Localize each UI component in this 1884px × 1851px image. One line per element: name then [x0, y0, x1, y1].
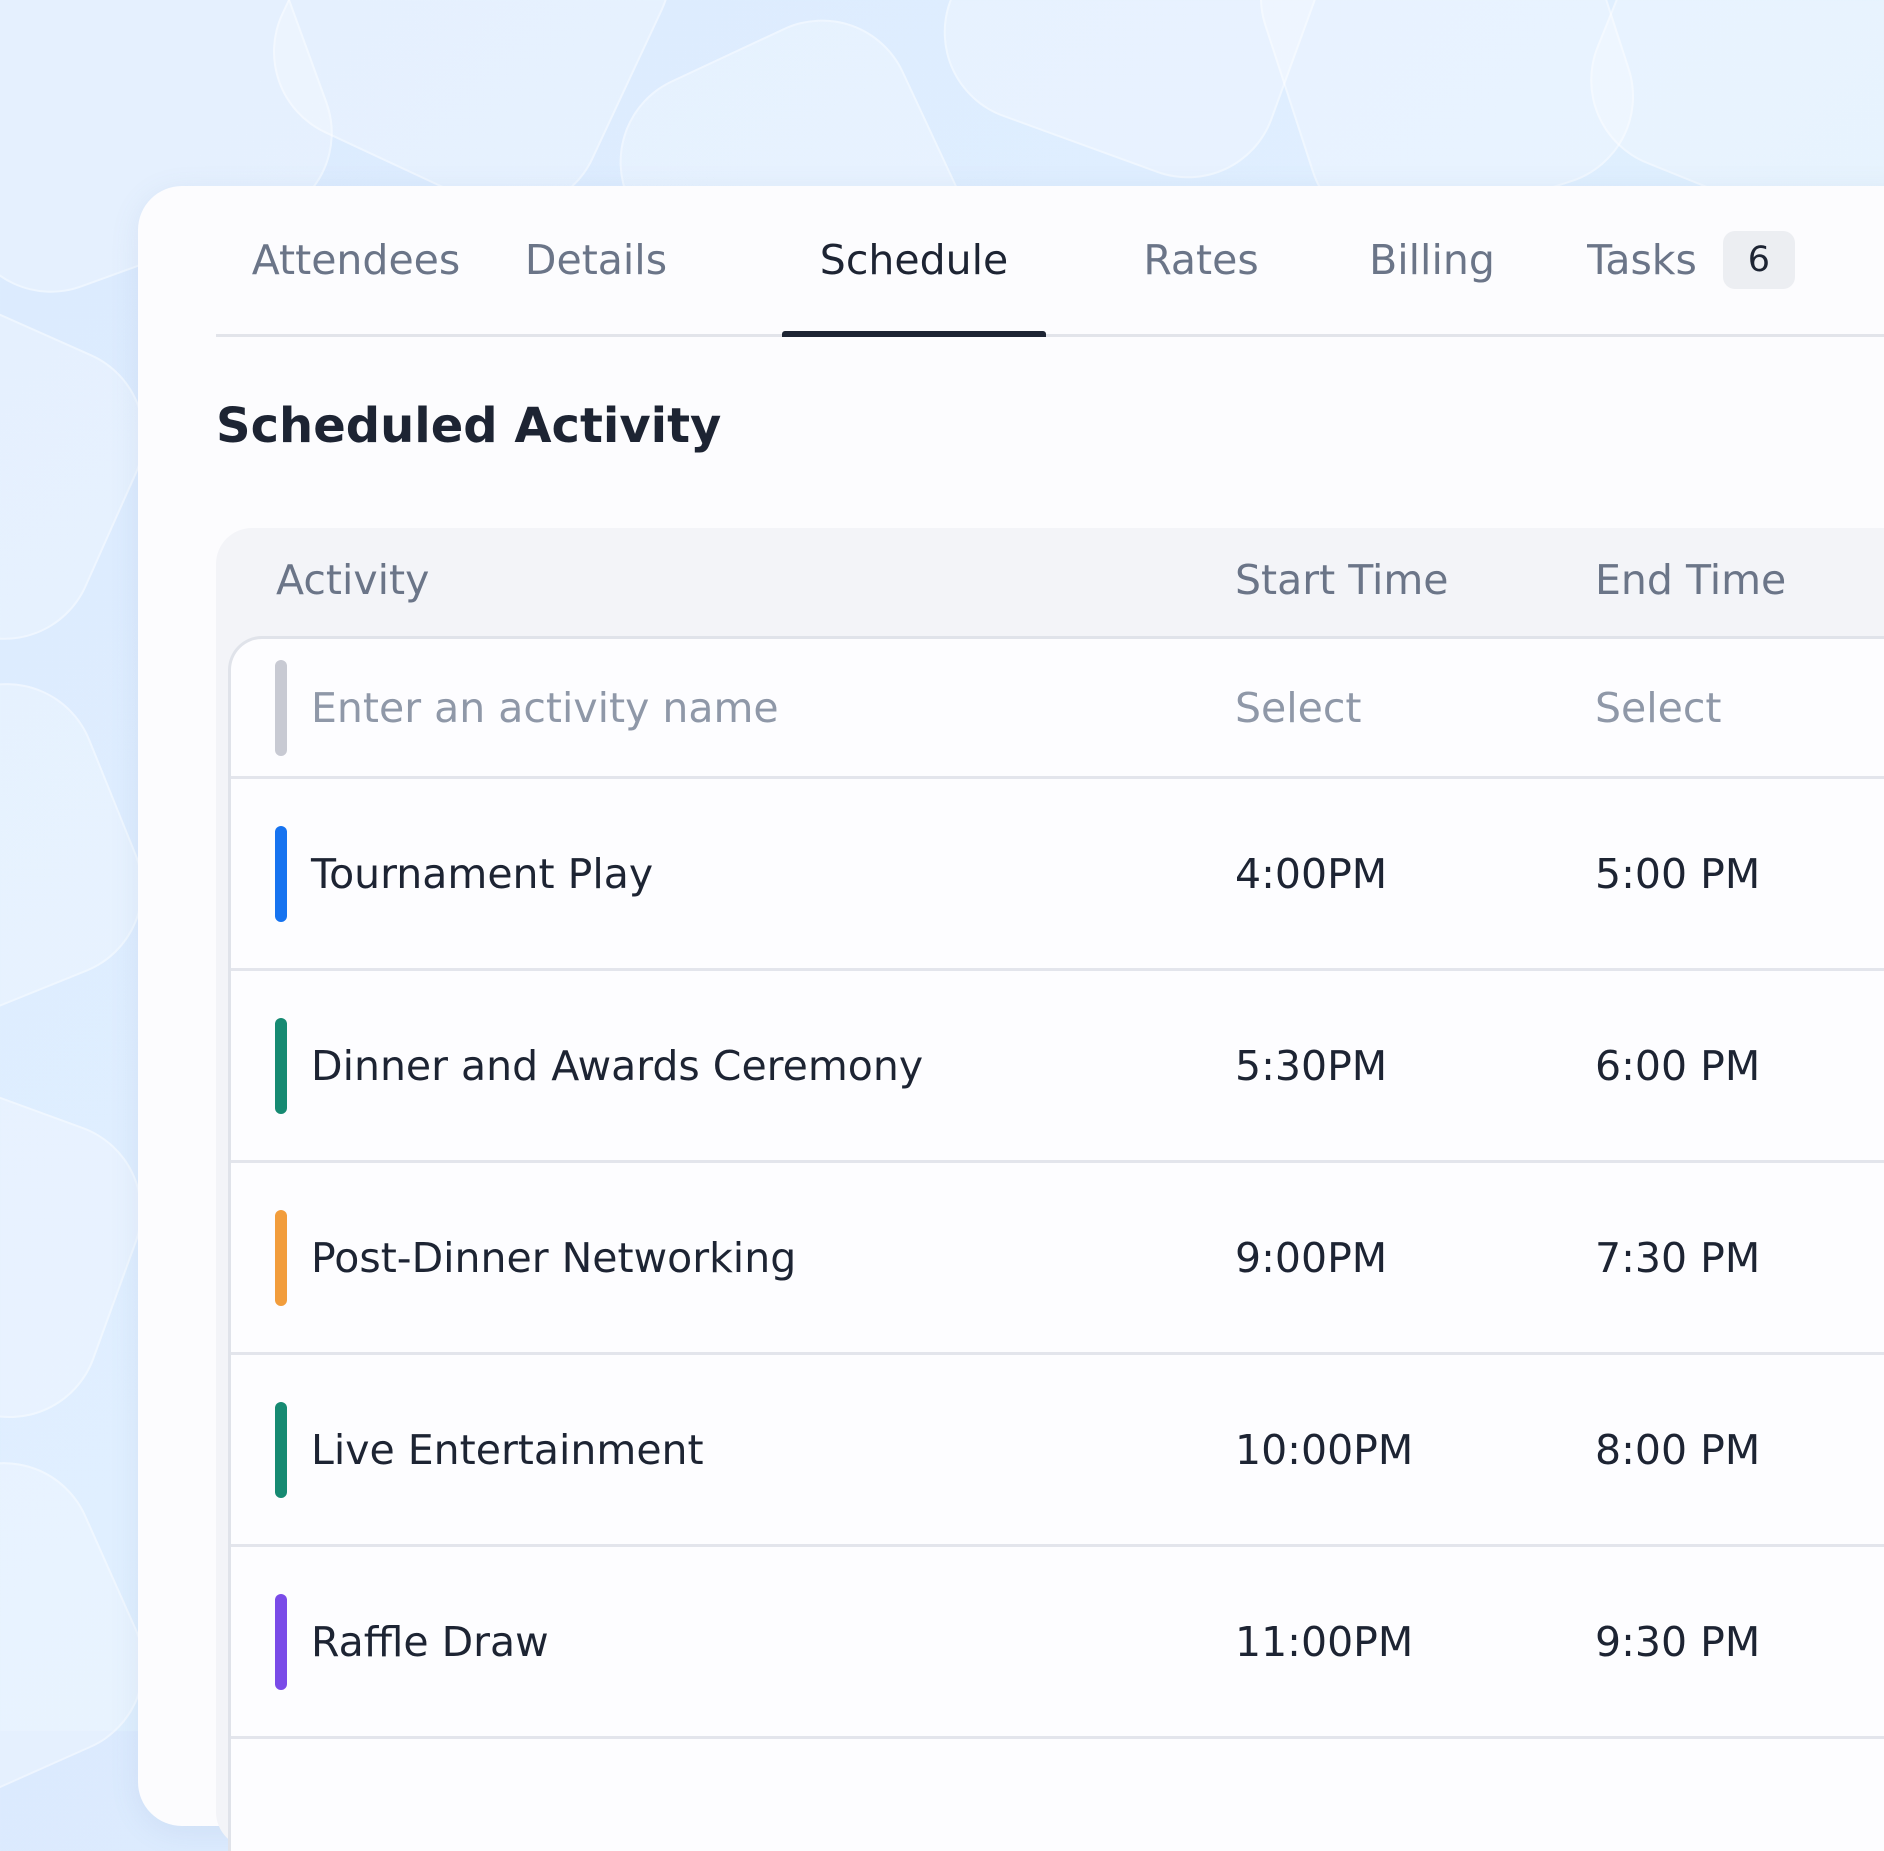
row-color-marker: [275, 659, 287, 756]
table-row[interactable]: Tournament Play 4:00PM 5:00 PM: [231, 779, 1884, 971]
end-time: 8:00 PM: [1595, 1425, 1761, 1474]
table-row[interactable]: Post-Dinner Networking 9:00PM 7:30 PM: [231, 1163, 1884, 1355]
activity-name: Live Entertainment: [311, 1425, 704, 1474]
activity-name: Post-Dinner Networking: [311, 1233, 797, 1282]
table-row[interactable]: Dinner and Awards Ceremony 5:30PM 6:00 P…: [231, 971, 1884, 1163]
tab-bar: Attendees Details Schedule Rates Billing…: [216, 186, 1884, 337]
tab-label: Attendees: [251, 236, 461, 284]
row-color-marker: [275, 1593, 287, 1690]
activity-name: Tournament Play: [311, 849, 654, 898]
start-time: 11:00PM: [1235, 1617, 1414, 1666]
end-time: 9:30 PM: [1595, 1617, 1761, 1666]
tab-billing[interactable]: Billing: [1342, 186, 1522, 334]
row-color-marker: [275, 1209, 287, 1306]
table-row[interactable]: Raffle Draw 11:00PM 9:30 PM: [231, 1547, 1884, 1739]
table-row[interactable]: Live Entertainment 10:00PM 8:00 PM: [231, 1355, 1884, 1547]
tab-label: Rates: [1143, 236, 1259, 284]
start-time: 9:00PM: [1235, 1233, 1388, 1282]
row-color-marker: [275, 825, 287, 922]
tab-label: Tasks: [1587, 236, 1697, 284]
start-time: 5:30PM: [1235, 1041, 1388, 1090]
activity-name-input[interactable]: [311, 683, 1171, 732]
tab-label: Details: [524, 236, 668, 284]
start-time: 10:00PM: [1235, 1425, 1414, 1474]
row-color-marker: [275, 1401, 287, 1498]
schedule-card: Attendees Details Schedule Rates Billing…: [138, 186, 1884, 1851]
activity-name: Raffle Draw: [311, 1617, 549, 1666]
tab-tasks[interactable]: Tasks 6: [1570, 186, 1812, 334]
column-header-activity: Activity: [276, 556, 430, 604]
tab-schedule[interactable]: Schedule: [782, 186, 1046, 337]
table-body: Select Select Tournament Play 4:00PM 5:0…: [228, 636, 1884, 1851]
section-title: Scheduled Activity: [216, 398, 722, 454]
start-time-select[interactable]: Select: [1235, 684, 1361, 732]
end-time: 5:00 PM: [1595, 849, 1761, 898]
tab-rates[interactable]: Rates: [1116, 186, 1286, 334]
tab-details[interactable]: Details: [496, 186, 696, 334]
column-header-end-time: End Time: [1595, 556, 1787, 604]
schedule-table: Activity Start Time End Time Select Sele…: [216, 528, 1884, 1851]
new-activity-row: Select Select: [231, 639, 1884, 779]
end-time: 7:30 PM: [1595, 1233, 1761, 1282]
active-tab-indicator: [782, 331, 1046, 337]
end-time-select[interactable]: Select: [1595, 684, 1721, 732]
tab-attendees[interactable]: Attendees: [216, 186, 496, 334]
tab-label: Billing: [1369, 236, 1495, 284]
end-time: 6:00 PM: [1595, 1041, 1761, 1090]
tasks-count-badge: 6: [1722, 231, 1795, 289]
row-color-marker: [275, 1017, 287, 1114]
table-header: Activity Start Time End Time: [216, 528, 1884, 638]
activity-name: Dinner and Awards Ceremony: [311, 1041, 924, 1090]
start-time: 4:00PM: [1235, 849, 1388, 898]
tab-label: Schedule: [819, 236, 1009, 284]
column-header-start-time: Start Time: [1235, 556, 1449, 604]
